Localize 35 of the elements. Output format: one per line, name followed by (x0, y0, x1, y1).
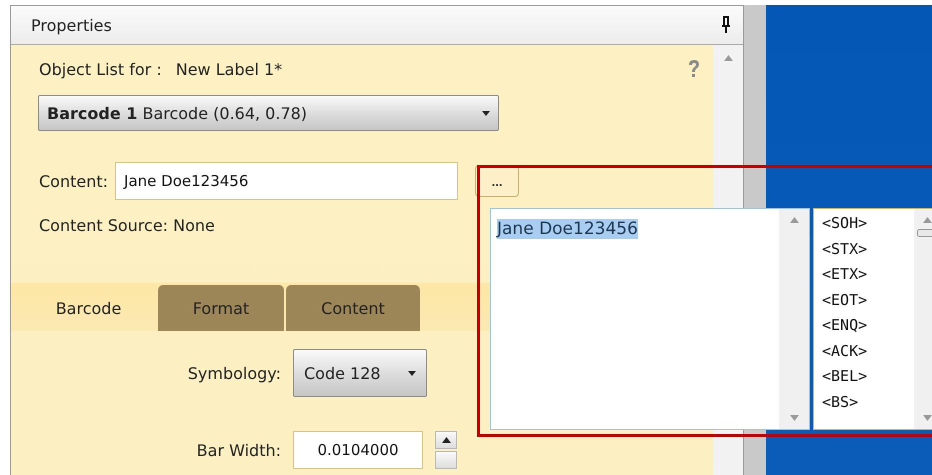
caret-icon (482, 110, 490, 116)
help-icon[interactable] (687, 59, 701, 79)
panel-title: Properties (31, 16, 112, 34)
control-code-item[interactable]: <ACK> (822, 338, 914, 364)
content-editor-popup[interactable]: Jane Doe123456 (490, 208, 810, 430)
scroll-up-icon[interactable] (442, 437, 450, 443)
control-code-item[interactable]: <BS> (822, 390, 914, 415)
scroll-down-icon[interactable] (790, 415, 798, 421)
control-code-item[interactable]: <EOT> (822, 288, 914, 313)
object-dropdown[interactable]: Barcode 1 Barcode (0.64, 0.78) (38, 95, 499, 131)
label-name: New Label 1* (176, 60, 282, 78)
scroll-thumb-icon[interactable] (917, 229, 932, 237)
symbology-label: Symbology: (186, 364, 281, 382)
spin-buttons[interactable] (435, 431, 457, 469)
symbology-dropdown[interactable]: Code 128 (293, 349, 427, 397)
control-code-item[interactable]: <BEL> (822, 364, 914, 390)
control-code-list[interactable]: <SOH> <STX> <ETX> <EOT> <ENQ> <ACK> <BEL> <BS> (813, 208, 932, 430)
bar-width-label: Bar Width: (196, 440, 281, 460)
object-list-label: Object List for : (39, 60, 162, 78)
control-code-item[interactable]: <ETX> (822, 262, 914, 288)
content-label: Content: (39, 172, 108, 190)
pin-icon[interactable] (721, 16, 731, 34)
tab[interactable]: Barcode (21, 285, 156, 331)
scroll-down-icon[interactable] (922, 415, 932, 421)
caret-icon (408, 370, 416, 376)
control-code-item[interactable]: <ENQ> (822, 313, 914, 338)
content-source-text: Content Source: None (39, 216, 215, 235)
tab[interactable]: Format (158, 285, 284, 331)
control-code-item[interactable]: <STX> (822, 236, 914, 262)
content-field[interactable]: Jane Doe123456 (115, 162, 458, 200)
control-code-item[interactable]: <SOH> (822, 211, 914, 236)
editor-scrollbar[interactable] (779, 209, 809, 429)
bar-width-field[interactable]: 0.0104000 (293, 431, 423, 469)
tab[interactable]: Content (286, 285, 420, 331)
editor-text: Jane Doe123456 (497, 219, 638, 239)
